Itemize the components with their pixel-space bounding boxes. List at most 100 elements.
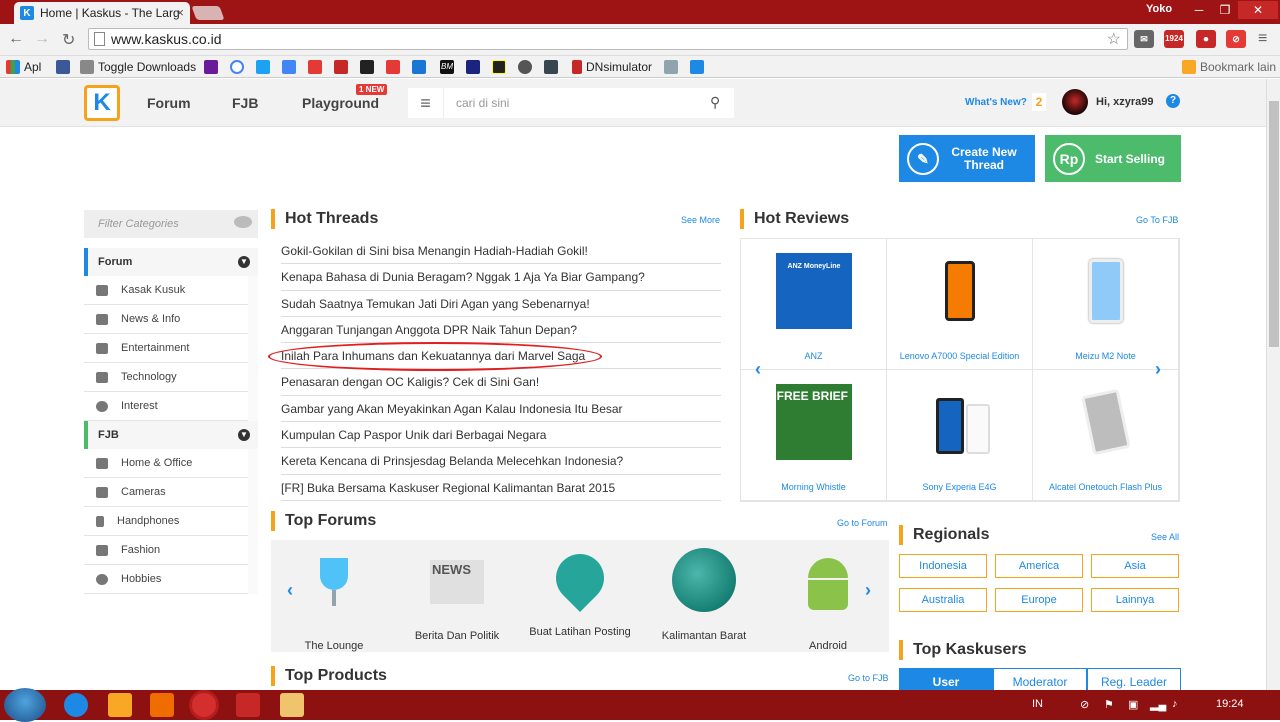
bookmark-other[interactable]: Bookmark lain (1182, 59, 1276, 75)
sidebar-item-hobbies[interactable]: Hobbies (84, 565, 248, 594)
bookmark-gear[interactable] (518, 59, 536, 75)
bookmark-j[interactable] (466, 59, 484, 75)
sidebar-item-kasak-kusuk[interactable]: Kasak Kusuk (84, 276, 248, 305)
new-tab-button[interactable] (191, 6, 225, 20)
help-icon[interactable]: ? (1166, 94, 1180, 108)
bookmark-shield[interactable] (664, 59, 682, 75)
user-greeting[interactable]: Hi, xzyra99 (1096, 96, 1153, 108)
go-to-fjb-products-link[interactable]: Go to FJB (848, 673, 889, 683)
category-fjb[interactable]: FJB ▼ (84, 421, 258, 449)
tab-reg-leader[interactable]: Reg. Leader (1087, 668, 1181, 692)
hot-thread-item[interactable]: Kumpulan Cap Paspor Unik dari Berbagai N… (281, 422, 721, 449)
network-signal-icon[interactable]: ▂▄ (1150, 698, 1166, 711)
nav-fjb[interactable]: FJB (232, 95, 258, 111)
forum-item-the-lounge[interactable]: The Lounge (279, 548, 389, 652)
region-europe[interactable]: Europe (995, 588, 1083, 612)
nav-playground[interactable]: Playground (302, 95, 379, 111)
bookmark-google[interactable] (230, 59, 248, 75)
bookmark-dnsimulator[interactable]: DNsimulator (572, 59, 652, 75)
ie-icon[interactable] (64, 693, 88, 717)
sidebar-item-news-info[interactable]: News & Info (84, 305, 248, 334)
go-to-forum-link[interactable]: Go to Forum (837, 518, 888, 528)
tray-app-icon[interactable]: ⊘ (1080, 698, 1089, 711)
review-card-anz[interactable]: ANZ MoneyLine ANZ (741, 239, 887, 370)
clock[interactable]: 19:24 (1216, 698, 1244, 710)
scrollbar-thumb[interactable] (1269, 101, 1279, 347)
start-button[interactable] (4, 688, 46, 722)
sidebar-item-fashion[interactable]: Fashion (84, 536, 248, 565)
sidebar-item-interest[interactable]: Interest (84, 392, 248, 421)
browser-tab[interactable]: K Home | Kaskus - The Larg × (14, 2, 190, 24)
media-player-icon[interactable] (150, 693, 174, 717)
sidebar-item-home-office[interactable]: Home & Office (84, 449, 248, 478)
review-card-meizu[interactable]: Meizu M2 Note (1033, 239, 1179, 370)
bookmark-toggle-downloads[interactable]: Toggle Downloads (80, 59, 196, 75)
chevron-down-icon[interactable]: ▼ (238, 429, 250, 441)
bookmark-youtube[interactable] (386, 59, 404, 75)
hot-thread-item[interactable]: Kenapa Bahasa di Dunia Beragam? Nggak 1 … (281, 264, 721, 291)
bookmark-twitter[interactable] (256, 59, 274, 75)
start-selling-button[interactable]: Rp Start Selling (1045, 135, 1181, 182)
hot-thread-item[interactable]: Gokil-Gokilan di Sini bisa Menangin Hadi… (281, 238, 721, 265)
see-more-link[interactable]: See More (681, 215, 720, 225)
adblock-extension-icon[interactable]: ⏺ (1196, 30, 1216, 48)
region-asia[interactable]: Asia (1091, 554, 1179, 578)
search-icon[interactable]: ⚲ (710, 94, 720, 111)
region-lainnya[interactable]: Lainnya (1091, 588, 1179, 612)
bookmark-star-icon[interactable]: ☆ (1107, 30, 1121, 50)
hot-thread-item[interactable]: Penasaran dengan OC Kaligis? Cek di Sini… (281, 369, 721, 396)
region-australia[interactable]: Australia (899, 588, 987, 612)
sidebar-item-cameras[interactable]: Cameras (84, 478, 248, 507)
app-icon[interactable] (236, 693, 260, 717)
hot-thread-item[interactable]: Sudah Saatnya Temukan Jati Diri Agan yan… (281, 291, 721, 317)
avatar[interactable] (1062, 89, 1088, 115)
chrome-icon[interactable] (192, 693, 216, 717)
region-indonesia[interactable]: Indonesia (899, 554, 987, 578)
review-card-alcatel[interactable]: Alcatel Onetouch Flash Plus (1033, 370, 1179, 501)
bookmark-star[interactable] (334, 59, 352, 75)
bookmark-a[interactable] (360, 59, 378, 75)
page-scrollbar[interactable] (1266, 79, 1280, 690)
menu-icon[interactable]: ≡ (1258, 30, 1267, 48)
bookmark-s[interactable] (544, 59, 562, 75)
review-card-sony[interactable]: Sony Experia E4G (887, 370, 1033, 501)
hot-thread-item[interactable]: Gambar yang Akan Meyakinkan Agan Kalau I… (281, 396, 721, 423)
bookmark-red[interactable] (308, 59, 326, 75)
region-america[interactable]: America (995, 554, 1083, 578)
forum-item-buat-latihan-posting[interactable]: Buat Latihan Posting (525, 544, 635, 638)
reload-icon[interactable]: ↻ (62, 30, 75, 50)
category-forum[interactable]: Forum ▼ (84, 248, 258, 276)
see-all-link[interactable]: See All (1151, 532, 1179, 542)
extension-badge-icon[interactable]: 1924 (1164, 30, 1184, 48)
bookmark-yahoo[interactable] (204, 59, 222, 75)
tab-moderator[interactable]: Moderator (993, 668, 1087, 692)
bookmark-kaskus[interactable] (690, 59, 708, 75)
hot-thread-item[interactable]: Anggaran Tunjangan Anggota DPR Naik Tahu… (281, 317, 721, 344)
bookmark-apps[interactable]: Apl (6, 59, 41, 75)
lastpass-extension-icon[interactable]: ⊘ (1226, 30, 1246, 48)
next-arrow-icon[interactable]: › (1155, 359, 1161, 380)
explorer-icon[interactable] (108, 693, 132, 717)
close-window-button[interactable]: ✕ (1238, 1, 1278, 19)
nav-forum[interactable]: Forum (147, 95, 191, 111)
browser-profile-name[interactable]: Yoko (1146, 3, 1172, 15)
minimize-button[interactable]: ─ (1186, 1, 1212, 19)
eye-icon[interactable] (234, 216, 252, 228)
notification-count[interactable]: 2 (1032, 93, 1046, 111)
search-input[interactable]: cari di sini (444, 88, 734, 118)
go-to-fjb-link[interactable]: Go To FJB (1136, 215, 1178, 225)
whats-new-link[interactable]: What's New? (965, 97, 1027, 108)
create-thread-button[interactable]: ✎ Create New Thread (899, 135, 1035, 182)
maximize-button[interactable]: ❐ (1212, 1, 1238, 19)
folder-icon[interactable] (280, 693, 304, 717)
filter-categories-input[interactable]: Filter Categories (84, 210, 258, 238)
review-card-morning-whistle[interactable]: FREE BRIEF Morning Whistle (741, 370, 887, 501)
hamburger-menu-icon[interactable]: ≡ (408, 88, 444, 118)
hot-thread-item[interactable]: [FR] Buka Bersama Kaskuser Regional Kali… (281, 475, 721, 501)
bookmark-facebook[interactable] (56, 59, 74, 75)
review-card-lenovo[interactable]: Lenovo A7000 Special Edition (887, 239, 1033, 370)
tab-user[interactable]: User (899, 668, 993, 692)
chevron-down-icon[interactable]: ▼ (238, 256, 250, 268)
forward-icon[interactable]: → (34, 30, 50, 48)
bookmark-bm[interactable]: BM (440, 59, 458, 75)
